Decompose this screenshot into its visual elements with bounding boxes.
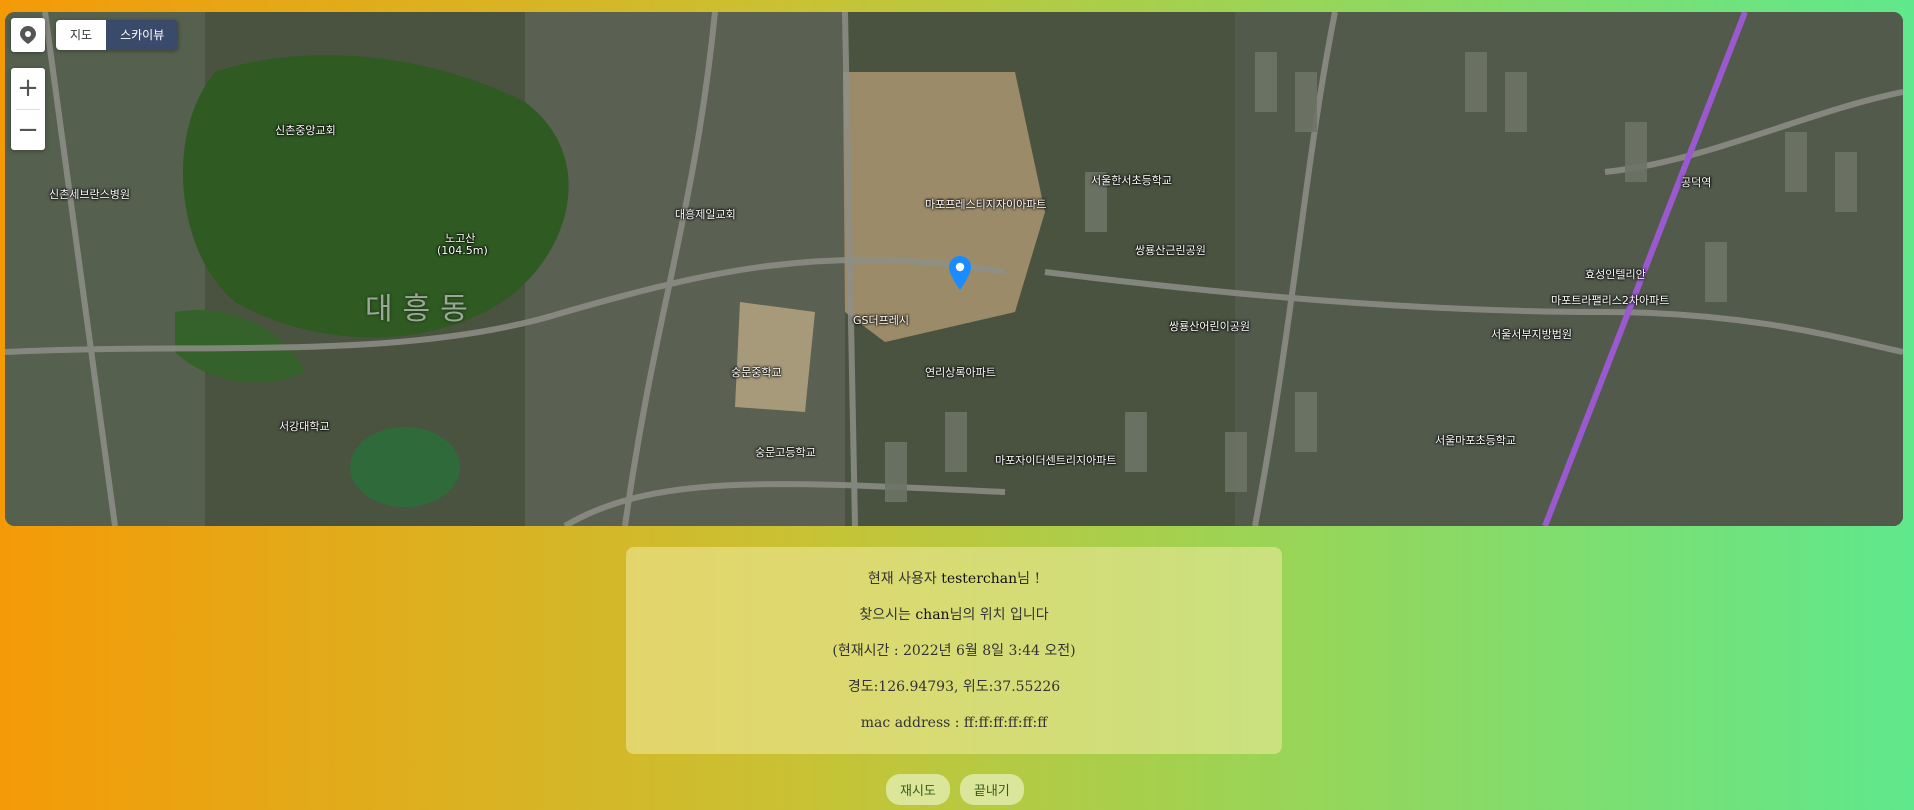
map-label-school-2: 숭문중학교: [731, 366, 782, 379]
current-location-button[interactable]: [11, 18, 45, 52]
target-user-suffix: 님의 위치 입니다: [949, 606, 1049, 623]
map-label-apartment-4: 마포트라팰리스2차아파트: [1551, 294, 1670, 307]
map-label-school-6: 서울마포초등학교: [1435, 434, 1516, 447]
map-label-school-1: 서강대학교: [279, 420, 330, 433]
map-type-option-skyview[interactable]: 스카이뷰: [106, 20, 179, 50]
map-label-church: 신촌중앙교회: [275, 124, 336, 137]
target-user-prefix: 찾으시는: [859, 606, 916, 623]
map-label-school-3: 숭문고등학교: [755, 446, 816, 459]
current-user-name: testerchan: [941, 570, 1018, 587]
current-user-prefix: 현재 사용자: [867, 570, 942, 587]
zoom-in-button[interactable]: +: [11, 68, 45, 109]
zoom-control: + −: [11, 68, 45, 150]
target-user-name: chan: [915, 606, 950, 623]
map-label-building-1: GS더프레시: [853, 314, 909, 327]
map-label-school-4: 서울한서초등학교: [1091, 174, 1172, 187]
map-label-apartment-5: 효성인텔리안: [1585, 268, 1646, 281]
map-label-mountain-height: (104.5m): [437, 244, 488, 257]
map-label-park-1: 쌍룡산근린공원: [1135, 244, 1206, 257]
location-target-icon: [20, 26, 36, 44]
current-user-line: 현재 사용자 testerchan님 !: [868, 561, 1040, 597]
map-label-park-2: 쌍룡산어린이공원: [1169, 320, 1250, 333]
location-pin-icon[interactable]: [949, 256, 971, 294]
map-type-option-map[interactable]: 지도: [56, 20, 107, 50]
zoom-out-button[interactable]: −: [11, 110, 45, 151]
current-time: (현재시간 : 2022년 6월 8일 3:44 오전): [832, 642, 1076, 659]
map-label-hospital: 신촌세브란스병원: [49, 188, 130, 201]
map-label-apartment-1: 마포프레스티지자이아파트: [925, 198, 1047, 211]
map-label-station: 공덕역: [1681, 176, 1712, 189]
current-user-suffix: 님 !: [1017, 570, 1041, 587]
end-button[interactable]: 끝내기: [959, 774, 1024, 805]
map-label-school-5: 서울서부지방법원: [1491, 328, 1572, 341]
map-label-store: 대흥제일교회: [675, 208, 736, 221]
location-info-panel: 현재 사용자 testerchan님 ! 찾으시는 chan님의 위치 입니다 …: [626, 547, 1282, 754]
map-type-toggle: 지도 스카이뷰: [56, 20, 179, 50]
target-user-line: 찾으시는 chan님의 위치 입니다: [859, 597, 1048, 633]
map-label-apartment-3: 마포자이더센트리지아파트: [995, 454, 1117, 467]
map-label-area: 대흥동: [365, 292, 478, 327]
action-buttons: 재시도 끝내기: [886, 774, 1024, 805]
coordinates: 경도:126.94793, 위도:37.55226: [847, 678, 1061, 695]
satellite-map[interactable]: 대흥동 노고산 (104.5m) 서강대학교 숭문중학교 숭문고등학교 마포프레…: [5, 12, 1903, 526]
mac-address: mac address : ff:ff:ff:ff:ff:ff: [860, 714, 1048, 731]
map-label-apartment-2: 연리상록아파트: [925, 366, 996, 379]
retry-button[interactable]: 재시도: [886, 774, 950, 805]
